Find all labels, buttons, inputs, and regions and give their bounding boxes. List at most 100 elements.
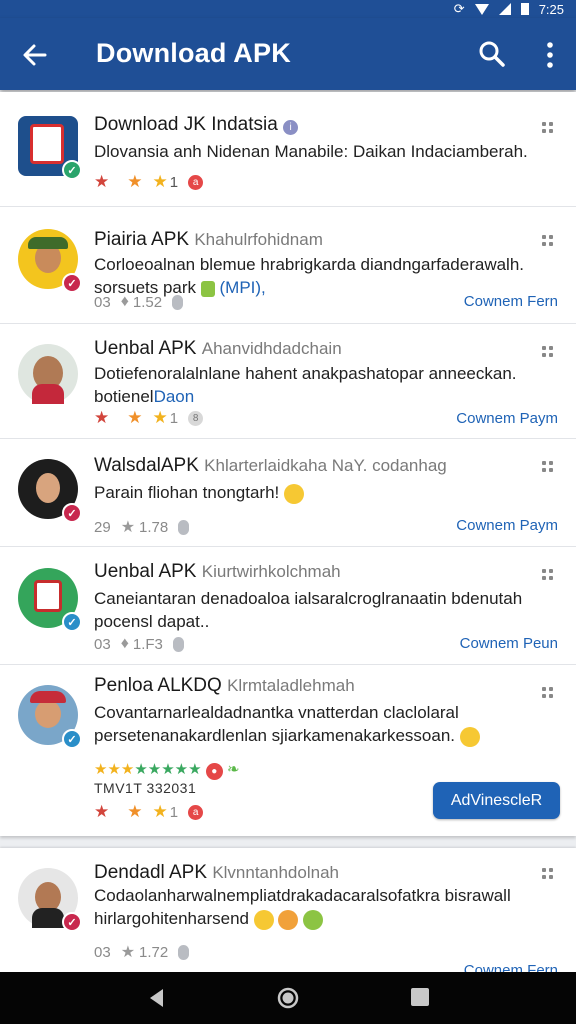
info-icon[interactable]: i — [283, 120, 299, 135]
drag-handle-icon[interactable] — [542, 235, 554, 247]
item-meta: ★ ★ ★ 1 a — [94, 802, 204, 822]
download-link[interactable]: Cownem Fern — [464, 962, 558, 972]
list-item[interactable]: ✓ Dendadl APK Klvnntanhdolnah Codaolanha… — [0, 848, 576, 972]
stat-value: 1.52 — [132, 293, 163, 311]
star-icon: ★ — [152, 408, 168, 427]
stat-value: 03 — [94, 943, 111, 961]
desc-link[interactable]: (MPI), — [220, 278, 266, 297]
verified-badge-icon: ✓ — [62, 612, 82, 632]
drag-handle-icon[interactable] — [542, 461, 554, 473]
item-subtitle: Klvnntanhdolnah — [212, 863, 339, 882]
pill-icon — [178, 519, 190, 535]
emoji-icon — [200, 280, 215, 297]
item-name: Piairia APK — [94, 229, 190, 250]
back-arrow-icon[interactable] — [18, 38, 52, 72]
star-icon: ★ — [152, 172, 168, 191]
item-title: Uenbal APK Ahanvidhdadchain — [94, 338, 342, 360]
list-item[interactable]: Uenbal APK Ahanvidhdadchain Dotiefenoral… — [0, 324, 576, 439]
item-name: Penloa ALKDQ — [94, 675, 222, 696]
item-title: Dendadl APK Klvnntanhdolnah — [94, 862, 339, 884]
item-title: Download JK Indatsia i — [94, 114, 299, 136]
stat-value: 29 — [94, 518, 111, 536]
download-link[interactable]: Cownem Fern — [464, 293, 558, 310]
nav-recents-icon[interactable] — [410, 986, 430, 1008]
drag-handle-icon[interactable] — [542, 687, 554, 699]
app-logo-icon — [30, 124, 64, 164]
desc-line-1: Caneiantaran denadoaloa ialsaralcroglran… — [94, 589, 523, 608]
stat-value: 1.78 — [139, 518, 169, 536]
drag-handle-icon[interactable] — [542, 569, 554, 581]
item-title: Uenbal APK Kiurtwirhkolchmah — [94, 561, 341, 583]
desc-line-1: Corloeoalnan blemue hrabrigkarda diandng… — [94, 255, 525, 274]
rating-count: 1 — [169, 173, 179, 191]
item-title: Piairia APK Khahulrfohidnam — [94, 229, 323, 251]
desc-line-1: Dotiefenoralalnlane hahent anakpashatopa… — [94, 364, 517, 383]
item-subtitle: Kiurtwirhkolchmah — [201, 562, 341, 581]
item-name: Dendadl APK — [94, 862, 208, 883]
page-title: Download APK — [96, 38, 291, 68]
verified-badge-icon: ✓ — [62, 912, 82, 932]
pill-icon — [178, 944, 190, 960]
avatar: ✓ — [18, 229, 82, 293]
desc-text: hirlargohitenharsend — [94, 909, 249, 928]
desc-line-2: hirlargohitenharsend — [94, 907, 544, 930]
system-icons: ⟳ 7:25 — [454, 0, 564, 18]
avatar: ✓ — [18, 459, 82, 523]
desc-line-2: persetenanakardlenlan sjiarkamenakarkess… — [94, 724, 544, 747]
desc-link[interactable]: Daon — [154, 387, 195, 406]
star-icon: ★ — [120, 519, 136, 536]
item-description: Dotiefenoralalnlane hahent anakpashatopa… — [94, 362, 544, 408]
item-description: Dlovansia anh Nidenan Manabile: Daikan I… — [94, 142, 528, 161]
wifi-icon — [474, 3, 489, 15]
advance-button[interactable]: AdVinescleR — [433, 782, 560, 819]
list-item[interactable]: ✓ WalsdalAPK Khlarterlaidkaha NaY. codan… — [0, 439, 576, 547]
search-icon[interactable] — [476, 38, 508, 70]
pill-icon — [172, 636, 184, 652]
item-subtitle: Ahanvidhdadchain — [201, 339, 342, 358]
star-icon: ★★★★★ — [134, 761, 202, 778]
more-vert-icon[interactable] — [540, 40, 560, 70]
clock: 7:25 — [538, 1, 564, 17]
shield-icon: ♦ — [120, 635, 129, 652]
star-icon: ★ — [127, 802, 143, 821]
list-item[interactable]: ✓ Uenbal APK Kiurtwirhkolchmah Caneianta… — [0, 547, 576, 665]
list-item[interactable]: ✓ Download JK Indatsia i Dlovansia anh N… — [0, 92, 576, 207]
avatar — [18, 344, 78, 404]
drag-handle-icon[interactable] — [542, 346, 554, 358]
status-icon: 8 — [188, 410, 204, 426]
nav-back-icon[interactable] — [146, 986, 166, 1010]
download-link[interactable]: Cownem Paym — [456, 517, 558, 534]
item-name: Uenbal APK — [94, 561, 197, 582]
emoji-icon — [459, 726, 480, 747]
system-nav-bar — [0, 972, 576, 1024]
drag-handle-icon[interactable] — [542, 868, 554, 880]
apk-list-card-2: ✓ Dendadl APK Klvnntanhdolnah Codaolanha… — [0, 848, 576, 972]
item-description: Caneiantaran denadoaloa ialsaralcroglran… — [94, 587, 544, 633]
download-link[interactable]: Cownem Paym — [456, 410, 558, 427]
app-bar: Download APK — [0, 18, 576, 90]
hat-icon — [28, 237, 68, 249]
app-logo-icon — [34, 580, 62, 612]
item-stats-row: 03 ♦ 1.F3 — [94, 635, 184, 653]
item-stats-row: 03 ♦ 1.52 — [94, 293, 184, 311]
face-icon — [36, 472, 60, 503]
status-bar: ⟳ 7:25 — [0, 0, 576, 18]
shirt-icon — [32, 384, 64, 404]
pill-icon — [172, 294, 184, 310]
star-icon: ★ — [94, 172, 110, 191]
drag-handle-icon[interactable] — [542, 122, 554, 134]
nav-home-icon[interactable] — [276, 986, 300, 1010]
star-rating-row: ★★★★★★★★ ● ❧ — [94, 760, 240, 780]
rating-text: TMV1T 332031 — [94, 780, 197, 796]
star-icon: ★ — [120, 944, 136, 961]
download-link[interactable]: Cownem Peun — [460, 635, 558, 652]
apk-list-card: ✓ Download JK Indatsia i Dlovansia anh N… — [0, 92, 576, 836]
sync-icon: ⟳ — [453, 1, 465, 16]
cap-icon — [30, 691, 66, 703]
avatar: ✓ — [18, 685, 82, 749]
rating-count: 1 — [169, 409, 179, 427]
star-icon: ★★★ — [94, 761, 135, 778]
avatar: ✓ — [18, 868, 82, 932]
item-description: Codaolanharwalnempliatdrakadacaralsofatk… — [94, 884, 544, 930]
desc-line-1: Covantarnarlealdadnantka vnatterdan clac… — [94, 703, 459, 722]
